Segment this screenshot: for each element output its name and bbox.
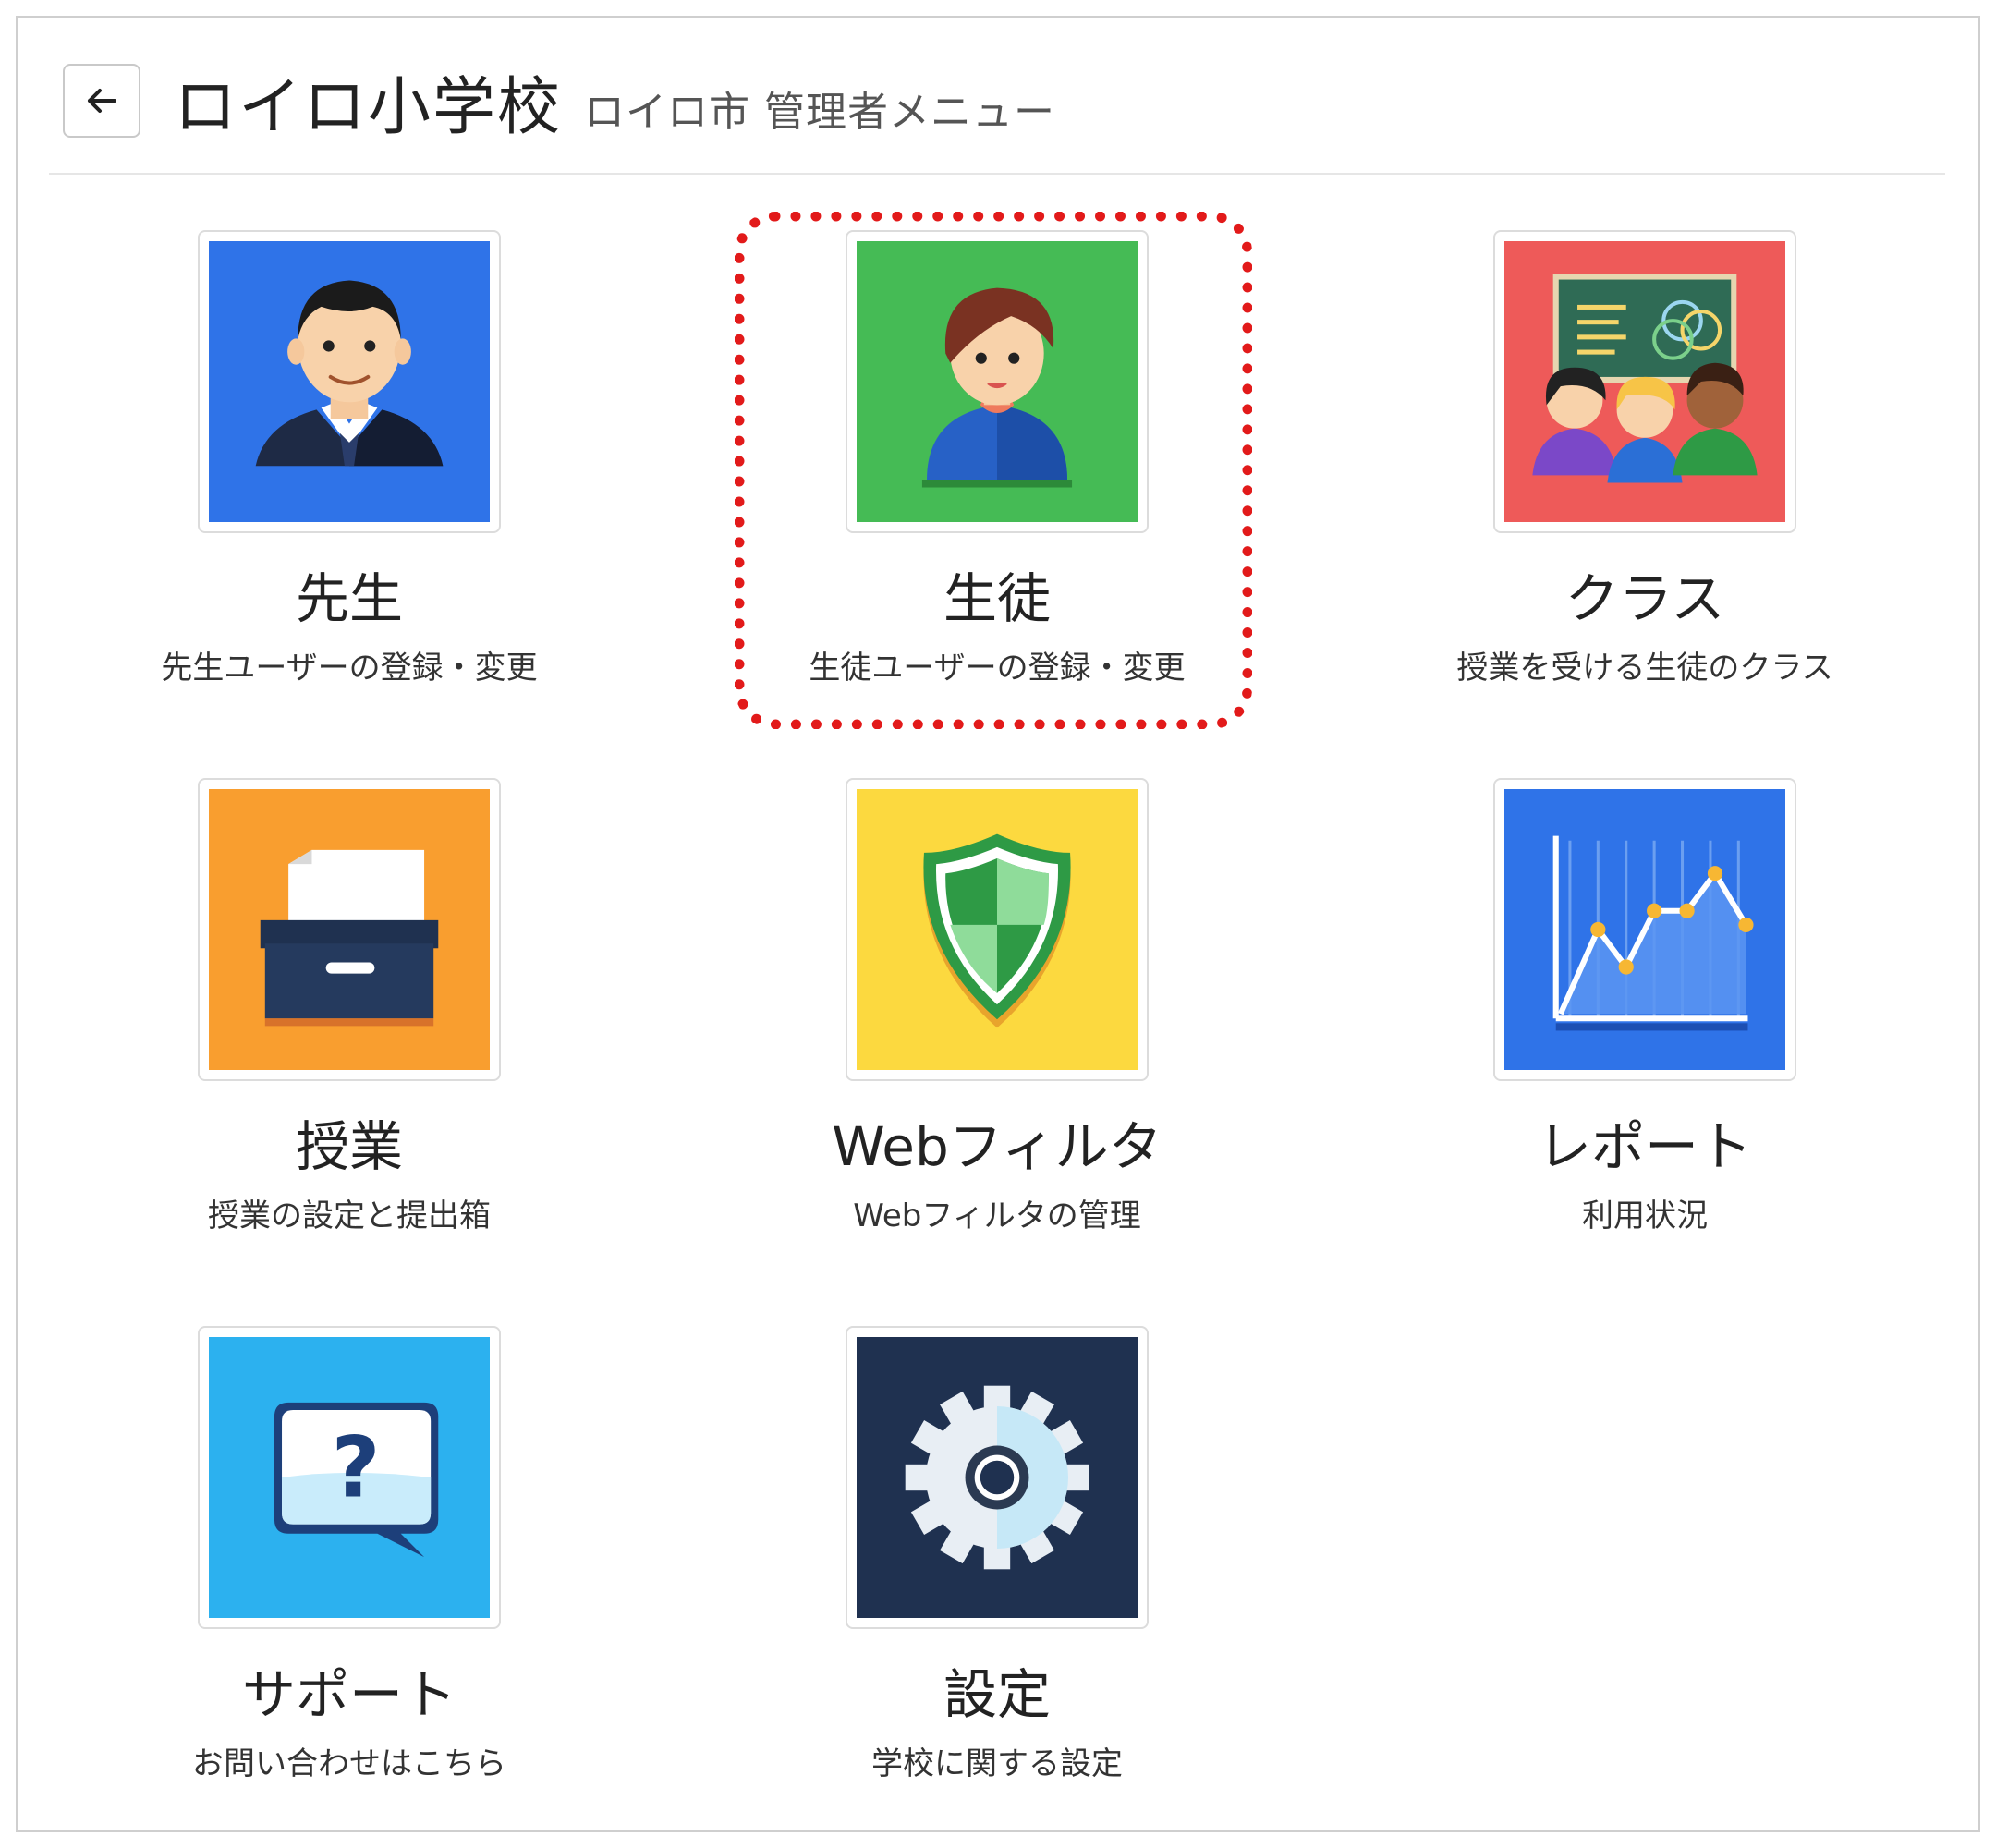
support-thumbnail: ? [198, 1326, 501, 1629]
header-divider [49, 173, 1945, 175]
class-thumbnail [1493, 230, 1796, 533]
menu-item-lesson[interactable]: 授業 授業の設定と提出箱 [44, 778, 599, 1277]
menu-item-settings[interactable]: 設定 学校に関する設定 [692, 1326, 1247, 1825]
menu-item-label: 生徒 [943, 567, 1051, 630]
student-thumbnail [846, 230, 1149, 533]
page-title: ロイロ小学校 [174, 70, 563, 144]
menu-item-description: 授業を受ける生徒のクラス [1456, 650, 1833, 687]
menu-item-description: 学校に関する設定 [871, 1745, 1123, 1782]
menu-item-teacher[interactable]: 先生 先生ユーザーの登録・変更 [44, 230, 599, 729]
menu-item-label: クラス [1564, 567, 1725, 630]
shield-icon [857, 789, 1138, 1070]
menu-item-label: 先生 [295, 567, 403, 630]
menu-item-description: 利用状況 [1582, 1198, 1708, 1234]
menu-item-label: レポート [1537, 1115, 1752, 1178]
lesson-thumbnail [198, 778, 501, 1081]
webfilter-thumbnail [846, 778, 1149, 1081]
menu-item-description: 生徒ユーザーの登録・変更 [809, 650, 1186, 687]
menu-item-description: 授業の設定と提出箱 [208, 1198, 491, 1234]
page-header: ロイロ小学校 ロイロ市 管理者メニュー [63, 59, 1056, 144]
menu-item-description: Webフィルタの管理 [853, 1198, 1141, 1234]
menu-item-label: Webフィルタ [832, 1115, 1162, 1178]
report-thumbnail [1493, 778, 1796, 1081]
svg-text:?: ? [332, 1417, 381, 1516]
menu-item-support[interactable]: ? サポート お問い合わせはこちら [44, 1326, 599, 1825]
settings-thumbnail [846, 1326, 1149, 1629]
menu-item-report[interactable]: レポート 利用状況 [1340, 778, 1894, 1277]
student-icon [857, 241, 1138, 522]
gear-icon [857, 1337, 1138, 1618]
arrow-left-icon [88, 89, 116, 113]
class-icon [1504, 241, 1785, 522]
menu-item-webfilter[interactable]: Webフィルタ Webフィルタの管理 [692, 778, 1247, 1277]
menu-item-student[interactable]: 生徒 生徒ユーザーの登録・変更 [692, 230, 1247, 729]
menu-item-label: サポート [241, 1663, 456, 1726]
menu-item-label: 設定 [943, 1663, 1051, 1726]
menu-item-class[interactable]: クラス 授業を受ける生徒のクラス [1340, 230, 1894, 729]
menu-item-description: お問い合わせはこちら [192, 1745, 506, 1782]
question-bubble-icon: ? [209, 1337, 490, 1618]
menu-item-description: 先生ユーザーの登録・変更 [161, 650, 538, 687]
page-subtitle: ロイロ市 管理者メニュー [584, 89, 1056, 136]
file-box-icon [209, 789, 490, 1070]
teacher-icon [209, 241, 490, 522]
admin-menu-window: ロイロ小学校 ロイロ市 管理者メニュー 先生 先生ユーザーの登録・変更 生徒 生… [16, 16, 1980, 1832]
line-chart-icon [1504, 789, 1785, 1070]
menu-item-label: 授業 [295, 1115, 403, 1178]
teacher-thumbnail [198, 230, 501, 533]
back-button[interactable] [63, 64, 140, 138]
